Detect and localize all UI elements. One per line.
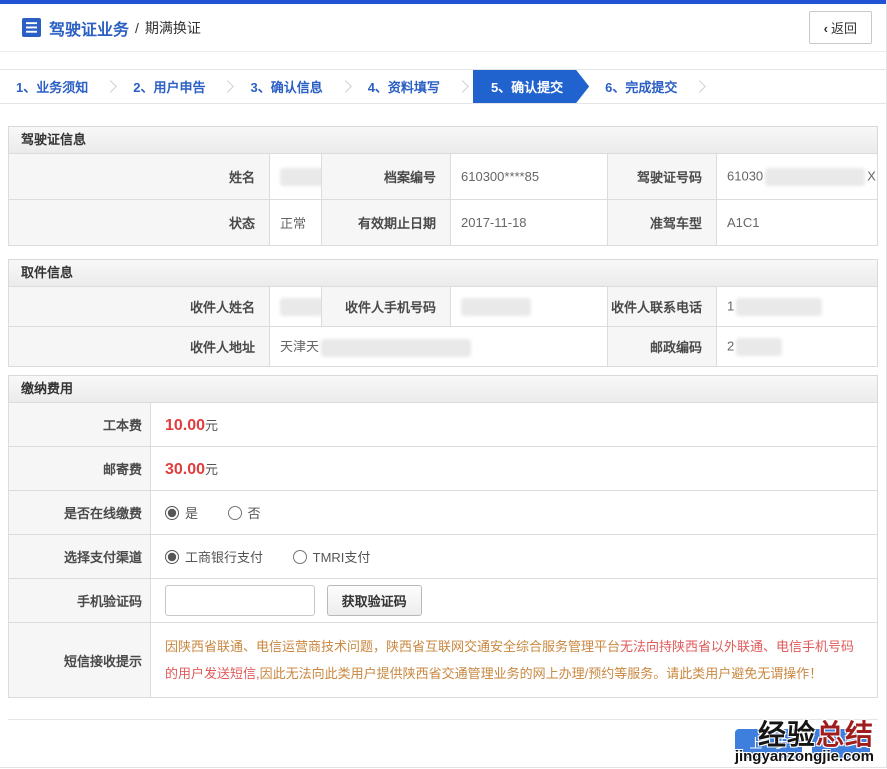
notice-part-3: 因此无法向此类用户提供陕西省交通管理业务的网上办理/预约等服务。请此类用户避免无…	[260, 666, 823, 681]
table-row: 姓名 档案编号 610300****85 驾驶证号码 61030X	[9, 154, 878, 200]
sms-code-row: 获取验证码	[151, 579, 878, 623]
table-row: 收件人地址 天津天 邮政编码 2	[9, 327, 878, 367]
table-row: 短信接收提示 因陕西省联通、电信运营商技术问题，陕西省互联网交通安全综合服务管理…	[9, 623, 878, 698]
back-button[interactable]: ‹返回	[809, 11, 872, 44]
chevron-separator-icon	[104, 80, 117, 93]
online-pay-options: 是 否	[151, 491, 878, 535]
chevron-separator-icon	[694, 80, 707, 93]
table-row: 收件人姓名 收件人手机号码 收件人联系电话 1	[9, 287, 878, 327]
chevron-separator-icon	[222, 80, 235, 93]
sms-code-input[interactable]	[165, 585, 315, 616]
pay-channel-tmri[interactable]: TMRI支付	[293, 550, 371, 565]
table-row: 状态 正常 有效期止日期 2017-11-18 准驾车型 A1C1	[9, 200, 878, 246]
vehicle-class-value: A1C1	[717, 200, 878, 246]
step-tab-6[interactable]: 6、完成提交	[589, 70, 693, 103]
radio-yes[interactable]	[165, 506, 179, 520]
step-tab-1[interactable]: 1、业务须知	[0, 70, 104, 103]
table-row: 手机验证码 获取验证码	[9, 579, 878, 623]
license-section-header: 驾驶证信息	[8, 126, 878, 153]
table-row: 是否在线缴费 是 否	[9, 491, 878, 535]
recipient-name-value	[270, 287, 322, 327]
recipient-tel-label: 收件人联系电话	[608, 287, 717, 327]
recipient-mobile-label: 收件人手机号码	[322, 287, 451, 327]
pay-channel-options: 工商银行支付 TMRI支付	[151, 535, 878, 579]
recipient-name-label: 收件人姓名	[9, 287, 270, 327]
chevron-left-icon: ‹	[824, 21, 828, 36]
footer-action-bar: 上一步 经验总结 jingyanzongjie.com	[8, 719, 878, 769]
zip-code-value: 2	[717, 327, 878, 367]
vehicle-class-label: 准驾车型	[608, 200, 717, 246]
table-row: 选择支付渠道 工商银行支付 TMRI支付	[9, 535, 878, 579]
page-header: 驾驶证业务 / 期满换证 ‹返回	[0, 4, 886, 52]
pickup-info-table: 收件人姓名 收件人手机号码 收件人联系电话 1 收件人地址 天津天 邮政编码 2	[8, 286, 878, 367]
fee-table: 工本费 10.00元 邮寄费 30.00元 是否在线缴费 是 否 选择支付渠道 …	[8, 402, 878, 698]
expiry-date-label: 有效期止日期	[322, 200, 451, 246]
production-fee-value: 10.00元	[151, 403, 878, 447]
step-tab-3[interactable]: 3、确认信息	[234, 70, 338, 103]
postage-fee-label: 邮寄费	[9, 447, 151, 491]
online-pay-label: 是否在线缴费	[9, 491, 151, 535]
get-code-button[interactable]: 获取验证码	[327, 585, 422, 616]
sms-notice-text: 因陕西省联通、电信运营商技术问题，陕西省互联网交通安全综合服务管理平台无法向持陕…	[151, 623, 878, 698]
license-number-value: 61030X	[717, 154, 878, 200]
postage-fee-value: 30.00元	[151, 447, 878, 491]
expiry-date-value: 2017-11-18	[451, 200, 608, 246]
zip-code-label: 邮政编码	[608, 327, 717, 367]
table-row: 邮寄费 30.00元	[9, 447, 878, 491]
censored-value	[461, 298, 531, 316]
pay-channel-icbc[interactable]: 工商银行支付	[165, 550, 263, 565]
fee-section-header: 缴纳费用	[8, 375, 878, 402]
recipient-address-value: 天津天	[270, 327, 608, 367]
step-progress-bar: 1、业务须知 2、用户申告 3、确认信息 4、资料填写 5、确认提交 6、完成提…	[0, 69, 886, 104]
archive-number-value: 610300****85	[451, 154, 608, 200]
breadcrumb-divider: /	[135, 20, 139, 36]
notice-part-1: 因陕西省联通、电信运营商技术问题，陕西省互联网交通安全综合服务管理平台	[165, 639, 620, 654]
step-tab-4[interactable]: 4、资料填写	[352, 70, 456, 103]
covered-submit-button[interactable]	[812, 729, 870, 758]
censored-value	[736, 338, 782, 356]
production-fee-label: 工本费	[9, 403, 151, 447]
online-pay-option-yes[interactable]: 是	[165, 506, 198, 521]
status-value: 正常	[270, 200, 322, 246]
name-label: 姓名	[9, 154, 270, 200]
chevron-separator-icon	[339, 80, 352, 93]
license-number-label: 驾驶证号码	[608, 154, 717, 200]
sms-code-label: 手机验证码	[9, 579, 151, 623]
archive-number-label: 档案编号	[322, 154, 451, 200]
table-row: 工本费 10.00元	[9, 403, 878, 447]
radio-icbc[interactable]	[165, 550, 179, 564]
online-pay-option-no[interactable]: 否	[228, 506, 261, 521]
radio-tmri[interactable]	[293, 550, 307, 564]
sms-notice-label: 短信接收提示	[9, 623, 151, 698]
page-title: 驾驶证业务	[49, 16, 129, 40]
status-label: 状态	[9, 200, 270, 246]
recipient-mobile-value	[451, 287, 608, 327]
radio-no[interactable]	[228, 506, 242, 520]
previous-step-button[interactable]: 上一步	[735, 729, 802, 758]
censored-value	[280, 298, 322, 316]
back-button-label: 返回	[831, 21, 857, 36]
license-info-table: 姓名 档案编号 610300****85 驾驶证号码 61030X 状态 正常 …	[8, 153, 878, 246]
chevron-separator-icon	[456, 80, 469, 93]
pay-channel-label: 选择支付渠道	[9, 535, 151, 579]
recipient-address-label: 收件人地址	[9, 327, 270, 367]
censored-value	[765, 168, 865, 186]
pickup-section-header: 取件信息	[8, 259, 878, 286]
step-tab-2[interactable]: 2、用户申告	[117, 70, 221, 103]
censored-value	[736, 298, 822, 316]
censored-value	[280, 168, 322, 186]
recipient-tel-value: 1	[717, 287, 878, 327]
step-tab-5-active[interactable]: 5、确认提交	[473, 70, 589, 103]
list-icon	[22, 18, 41, 37]
name-value	[270, 154, 322, 200]
page-subtitle: 期满换证	[145, 18, 201, 38]
censored-value	[321, 339, 471, 357]
